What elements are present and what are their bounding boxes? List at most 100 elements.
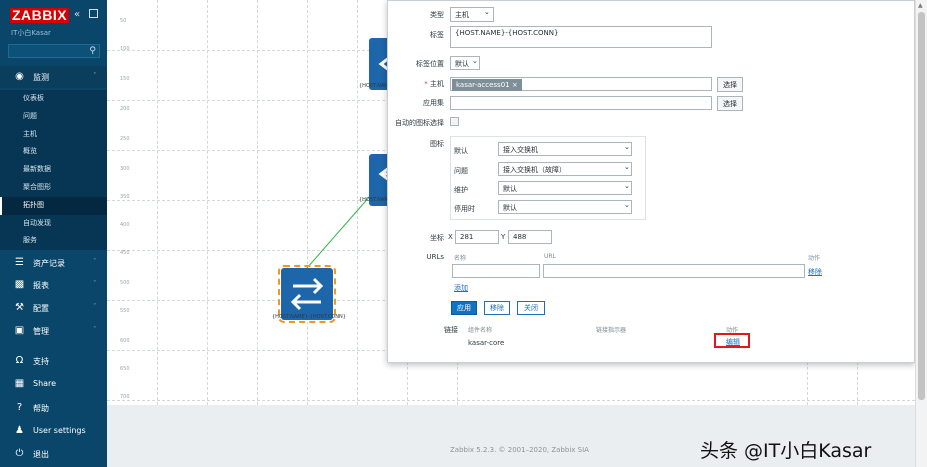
monitoring-submenu: 仪表板 问题 主机 概览 最新数据 聚合图形 拓扑图 自动发现 服务 <box>0 90 107 251</box>
menu-support-label: 支持 <box>33 357 49 366</box>
menu-configuration[interactable]: ⚒ 配置 ˇ <box>0 297 107 319</box>
application-select-button[interactable]: 选择 <box>717 96 743 111</box>
label-label: 标签 <box>430 31 444 39</box>
icon-maintenance-value: 默认 <box>503 185 517 193</box>
menu-administration[interactable]: ▣ 管理 ˇ <box>0 320 107 342</box>
icon-default-label: 默认 <box>454 147 468 155</box>
coordinates-label: 坐标 <box>430 234 444 242</box>
map-element-form: 类型 主机 ⌄ 标签 {HOST.NAME}-{HOST.CONN} 标签位置 … <box>387 0 915 363</box>
y-coordinate-input[interactable]: 488 <box>508 230 552 244</box>
icon-problem-value: 接入交换机（故障） <box>503 166 566 174</box>
links-indicator-header: 链接指示器 <box>596 327 627 334</box>
urls-label: URLs <box>426 253 444 261</box>
url-remove-link[interactable]: 移除 <box>808 267 822 277</box>
submenu-item-discovery[interactable]: 自动发现 <box>0 215 107 233</box>
scrollbar-thumb[interactable] <box>918 12 925 400</box>
link-edit-link[interactable]: 编辑 <box>726 337 740 347</box>
chevron-down-icon: ⌄ <box>472 57 478 65</box>
menu-user-settings[interactable]: ♟ User settings <box>0 420 107 442</box>
help-icon: ? <box>16 402 23 413</box>
menu-share-label: Share <box>33 379 57 388</box>
submenu-item-screens[interactable]: 聚合图形 <box>0 179 107 197</box>
headset-icon: Ω <box>15 355 24 366</box>
switch-icon <box>290 277 324 311</box>
url-name-input[interactable] <box>452 264 540 278</box>
node-label-top: {HOST.NAM <box>359 83 389 89</box>
zabbix-logo[interactable]: ZABBIX <box>10 8 70 23</box>
close-button[interactable]: 关闭 <box>517 301 545 315</box>
search-input[interactable]: ⚲ <box>8 44 100 58</box>
y-label: Y <box>501 233 506 241</box>
icons-label: 图标 <box>430 140 444 148</box>
host-label-text: 主机 <box>430 80 444 88</box>
menu-configuration-label: 配置 <box>33 304 49 313</box>
submenu-item-problems[interactable]: 问题 <box>0 108 107 126</box>
menu-help[interactable]: ? 帮助 <box>0 397 107 419</box>
host-chip-label: kasar-access01 <box>456 81 510 89</box>
required-mark: * <box>424 80 428 88</box>
remove-button[interactable]: 移除 <box>484 301 510 315</box>
kiosk-mode-icon[interactable] <box>89 9 98 18</box>
chevron-down-icon: ⌄ <box>484 8 490 16</box>
menu-sign-out[interactable]: ⏻ 退出 <box>0 443 107 465</box>
copyright-text: Zabbix 5.2.3. © 2001–2020, Zabbix SIA <box>450 446 589 454</box>
host-chip[interactable]: kasar-access01 × <box>452 79 522 91</box>
url-input[interactable] <box>543 264 805 278</box>
sidebar: ZABBIX « IT小白Kasar ⚲ ◉ 监测 ˆ 仪表板 问题 主机 概览… <box>0 0 107 467</box>
label-position-value: 默认 <box>455 60 469 68</box>
menu-administration-label: 管理 <box>33 327 49 336</box>
menu-sign-out-label: 退出 <box>33 450 49 459</box>
auto-icon-label: 自动的图标选择 <box>395 119 444 127</box>
icon-disabled-select[interactable]: 默认 <box>498 200 632 214</box>
submenu-item-hosts[interactable]: 主机 <box>0 126 107 144</box>
icon-maintenance-select[interactable]: 默认 <box>498 181 632 195</box>
host-label: * 主机 <box>408 79 444 89</box>
chart-icon: ▩ <box>14 279 25 290</box>
x-label: X <box>448 233 453 241</box>
chevron-down-icon: ˇ <box>93 303 97 311</box>
icon-default-select[interactable]: 接入交换机 <box>498 142 632 156</box>
icon-maintenance-label: 维护 <box>454 186 468 194</box>
application-input[interactable] <box>450 96 712 110</box>
submenu-item-dashboard[interactable]: 仪表板 <box>0 90 107 108</box>
menu-monitoring[interactable]: ◉ 监测 ˆ <box>0 66 107 88</box>
chevron-down-icon: ⌄ <box>624 163 630 171</box>
submenu-item-services[interactable]: 服务 <box>0 232 107 250</box>
icon-disabled-value: 默认 <box>503 204 517 212</box>
menu-reports[interactable]: ▩ 报表 ˇ <box>0 274 107 296</box>
watermark: 头条 @IT小白Kasar <box>700 440 872 462</box>
list-icon: ☰ <box>15 257 24 268</box>
label-position-label: 标签位置 <box>416 60 444 68</box>
chevron-down-icon: ⌄ <box>624 182 630 190</box>
server-name: IT小白Kasar <box>11 29 51 37</box>
auto-icon-checkbox[interactable] <box>450 117 459 126</box>
switch-node-selected[interactable] <box>278 265 336 323</box>
scrollbar[interactable]: ▲ <box>915 0 927 467</box>
scroll-up-arrow-icon[interactable]: ▲ <box>918 2 923 9</box>
type-label: 类型 <box>430 11 444 19</box>
collapse-icon[interactable]: « <box>74 9 80 20</box>
chevron-down-icon: ˇ <box>93 326 97 334</box>
menu-support[interactable]: Ω 支持 <box>0 350 107 372</box>
chevron-down-icon: ⌄ <box>624 143 630 151</box>
urls-url-header: URL <box>544 253 556 260</box>
menu-inventory[interactable]: ☰ 资产记录 ˇ <box>0 252 107 274</box>
submenu-item-overview[interactable]: 概览 <box>0 143 107 161</box>
urls-name-header: 名称 <box>454 255 467 262</box>
host-select-button[interactable]: 选择 <box>717 77 743 92</box>
menu-share[interactable]: ▦ Share <box>0 373 107 395</box>
share-icon: ▦ <box>14 378 25 389</box>
close-icon[interactable]: × <box>512 81 518 89</box>
label-textarea[interactable]: {HOST.NAME}-{HOST.CONN} <box>450 26 712 48</box>
icon-problem-select[interactable]: 接入交换机（故障） <box>498 162 632 176</box>
apply-button[interactable]: 应用 <box>451 301 477 315</box>
submenu-item-latest-data[interactable]: 最新数据 <box>0 161 107 179</box>
links-element-header: 组件名称 <box>468 327 493 334</box>
submenu-item-maps[interactable]: 拓扑图 <box>0 196 107 215</box>
icon-default-value: 接入交换机 <box>503 146 538 154</box>
x-coordinate-input[interactable]: 281 <box>455 230 499 244</box>
search-icon[interactable]: ⚲ <box>89 46 96 56</box>
url-add-link[interactable]: 添加 <box>454 283 468 293</box>
chevron-down-icon: ˇ <box>93 258 97 266</box>
links-label: 链接 <box>444 326 458 334</box>
